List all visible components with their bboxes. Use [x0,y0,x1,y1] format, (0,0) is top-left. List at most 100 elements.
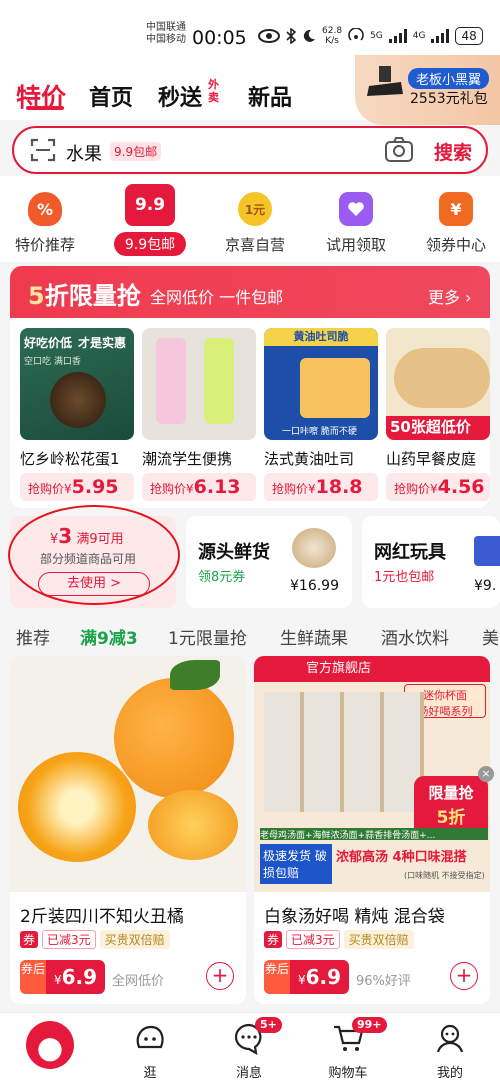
tab-drinks[interactable]: 酒水饮料 [381,624,449,649]
bottom-nav-browse[interactable]: 逛 [120,1021,180,1081]
price-value-wrap: ¥6.9 [298,965,342,989]
range-hood-image [367,66,403,96]
bottom-nav-me[interactable]: 我的 [420,1021,480,1081]
coupon-card[interactable]: ¥3 满9可用 部分频道商品可用 去使用 > [10,516,176,608]
add-to-cart-button[interactable]: + [450,962,478,990]
price-value: 6.9 [305,965,342,989]
carrier-2: 中国移动 [146,34,186,45]
mini-card-title: 源头鲜货 [198,542,270,563]
product-name: 2斤装四川不知火丑橘 [20,907,184,927]
category-coupon[interactable]: ¥ 领券中心 [411,186,500,255]
image-caption: 空口吃 满口香 [24,357,81,367]
guarantee-tag: 买贵双倍赔 [99,930,170,949]
product-price: 抢购价¥18.8 [264,473,378,501]
coupon-use-button[interactable]: 去使用 > [38,572,150,596]
bottom-nav: 逛 消息 5+ 购物车 99+ 我的 [0,1012,500,1083]
signal-1-icon [388,29,407,43]
promo-text[interactable]: 2553元礼包 [410,88,488,108]
price-prefix: 抢购价¥ [150,482,194,496]
category-tejia[interactable]: % 特价推荐 [0,186,90,255]
leaf [170,660,220,690]
orange-cut [18,752,136,862]
saving-tag: 已减3元 [42,930,96,949]
tab-manjian[interactable]: 满9减3 [80,624,138,649]
price-value: 5.95 [71,476,119,498]
toast-image [300,358,370,418]
product-image: 50张超低价 [386,328,490,440]
image-caption: 好吃价低 [24,336,73,350]
tab-home[interactable]: 首页 [89,80,133,112]
image-flavors: 老母鸡汤面+海鲜浓汤面+蒜香排骨汤面+... [260,828,488,840]
product-price: 券后 ¥6.9 [264,960,350,994]
bottom-nav-cart[interactable]: 购物车 99+ [318,1017,387,1081]
eggs-image [292,528,336,568]
category-trial[interactable]: 试用领取 [311,186,401,255]
flash-sale-header: 5折限量抢 全网低价 一件包邮 更多 › [10,266,490,318]
flash-more-label: 更多 [428,288,461,307]
search-button[interactable]: 搜索 [434,138,472,165]
tab-fresh[interactable]: 生鲜蔬果 [280,624,348,649]
product-image [10,656,246,892]
flash-more-link[interactable]: 更多 › [428,284,472,308]
tab-one-yuan[interactable]: 1元限量抢 [168,624,247,649]
toy-image [474,536,500,566]
mini-card-fresh[interactable]: 源头鲜货 领8元券 ¥16.99 [186,516,352,608]
flash-product[interactable]: 潮流学生便携 抢购价¥6.13 [142,328,256,501]
image-caption: 一口咔嚓 脆而不硬 [282,427,357,437]
product-image: 官方旗舰店 迷你杯面 汤好喝系列 限量抢 5折 老母鸡汤面+海鲜浓汤面+蒜香排骨汤面… [254,656,490,892]
bottom-nav-mascot[interactable] [20,1021,80,1072]
hotspot-icon [348,28,364,41]
scan-icon[interactable] [30,137,56,163]
bottle-pink [156,338,186,424]
net-speed-unit: K/s [325,36,339,46]
price-value: 4.56 [437,476,485,498]
carrier-1: 中国联通 [146,22,186,33]
tab-miaosong[interactable]: 秒送 [158,80,202,112]
cart-badge: 99+ [352,1017,387,1033]
wrap-image [394,348,490,408]
close-icon[interactable]: × [478,766,494,782]
bottle-green [204,338,234,424]
tab-beauty[interactable]: 美 [482,624,499,649]
image-shipping: 极速发货 破损包赔 [260,844,332,884]
cup-noodles-image [264,692,424,812]
category-label: 特价推荐 [14,236,75,254]
net-speed: 62.8 K/s [322,26,342,46]
camera-icon[interactable] [384,136,414,164]
search-tag: 9.9包邮 [110,142,162,161]
bag-heart-icon [339,192,373,226]
category-jingxi[interactable]: 1元 京喜自营 [210,186,300,255]
orange-slice [148,790,238,860]
mini-card-toys[interactable]: 网红玩具 1元也包邮 ¥9. [362,516,500,608]
product-price: 券后 ¥6.9 [20,960,106,994]
product-name: 潮流学生便携 [142,450,233,468]
promo-badge[interactable]: 老板小黑翼 [408,68,490,89]
category-99[interactable]: 9.9 9.9包邮 [114,184,186,256]
saving-tag: 已减3元 [286,930,340,949]
search-input[interactable]: 水果 [66,140,102,166]
bottom-nav-messages[interactable]: 消息 5+ [219,1017,282,1081]
category-label: 9.9包邮 [114,232,186,256]
signal-1-label: 5G [370,31,383,41]
search-bar[interactable]: 水果 9.9包邮 搜索 [12,126,488,174]
carrier-labels: 中国联通 中国移动 [146,22,186,46]
add-to-cart-button[interactable]: + [206,962,234,990]
signal-2-icon [431,29,450,43]
image-mix: 浓郁高汤 4种口味混搭 [336,850,467,865]
bottom-nav-label: 逛 [143,1066,157,1081]
flash-product[interactable]: 好吃价低 才是实惠 空口吃 满口香 忆乡岭松花蛋1 抢购价¥5.95 [20,328,134,501]
feed-card[interactable]: 官方旗舰店 迷你杯面 汤好喝系列 限量抢 5折 老母鸡汤面+海鲜浓汤面+蒜香排骨汤面… [254,656,490,1004]
price-prefix: 抢购价¥ [394,482,438,496]
message-badge: 5+ [255,1017,282,1033]
flash-product[interactable]: 50张超低价 山药早餐皮庭 抢购价¥4.56 [386,328,490,501]
orange-whole [114,678,234,798]
tab-recommend[interactable]: 推荐 [16,624,50,649]
coupon-condition: 满9可用 [76,532,124,547]
tab-new[interactable]: 新品 [248,80,292,112]
product-price: 抢购价¥5.95 [20,473,134,501]
feed-card[interactable]: 2斤装四川不知火丑橘 券 已减3元 买贵双倍赔 券后 ¥6.9 全网低价 + [10,656,246,1004]
flash-product[interactable]: 黄油吐司脆 一口咔嚓 脆而不硬 法式黄油吐司 抢购价¥18.8 [264,328,378,501]
image-caption: 50张超低价 [386,416,490,440]
eye-icon [258,29,280,43]
jd-mascot-icon [26,1021,74,1069]
